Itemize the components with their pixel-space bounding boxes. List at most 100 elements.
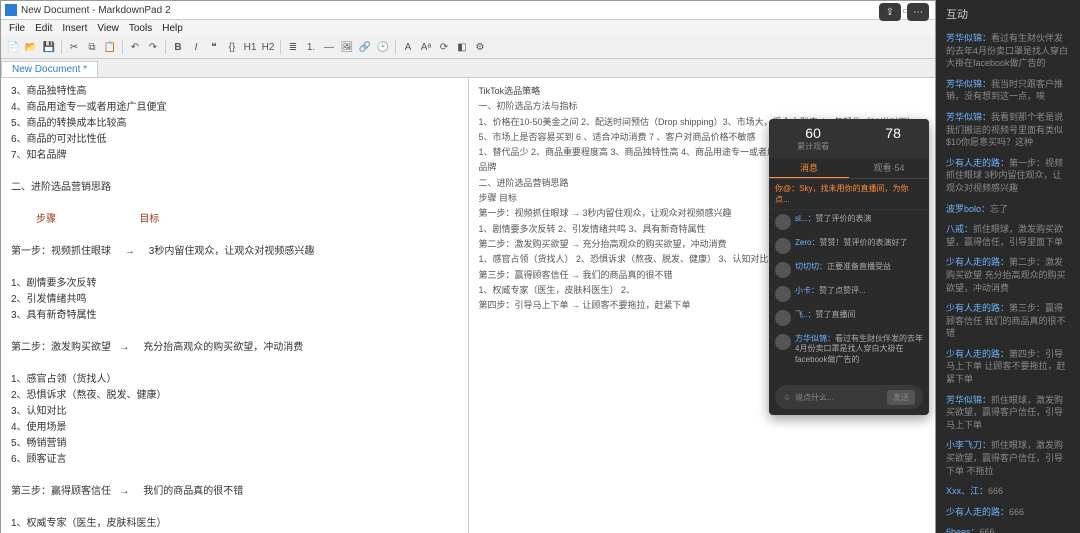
- editor-line[interactable]: 3、认知对比: [11, 404, 458, 420]
- overlay-tab-viewers[interactable]: 观看·54: [849, 158, 929, 178]
- bold-icon[interactable]: B: [170, 39, 186, 55]
- overlay-count-2: 78: [885, 125, 901, 141]
- refresh-icon[interactable]: ⟳: [436, 39, 452, 55]
- editor-line[interactable]: 1、剧情要多次反转: [11, 276, 458, 292]
- menu-edit[interactable]: Edit: [31, 22, 56, 35]
- side-chat-list: 芳华似锦：看过有生财伙伴发的去年4月份卖口罩是找人穿白大褂在facebook做广…: [936, 28, 1080, 533]
- menu-file[interactable]: File: [5, 22, 29, 35]
- preview-line: 一、初阶选品方法与指标: [479, 99, 926, 114]
- editor-line[interactable]: 1、感官占领（货找人）: [11, 372, 458, 388]
- menu-view[interactable]: View: [93, 22, 123, 35]
- settings-icon[interactable]: ⚙: [472, 39, 488, 55]
- editor-line[interactable]: 4、商品用途专一或者用途广且便宜: [11, 100, 458, 116]
- editor-line[interactable]: 第二步：激发购买欲望 → 充分抬高观众的购买欲望，冲动消费: [11, 340, 458, 356]
- side-chat-entry: 芳华似锦：我看到那个老是说我们搬运的视频号里面有类似$10你愿意买吗？这种: [936, 107, 1080, 153]
- save-icon[interactable]: 💾: [41, 39, 57, 55]
- overlay-input[interactable]: ☺ 说点什么... 发送: [775, 385, 923, 409]
- editor-line[interactable]: 2、恐惧诉求（熬夜、脱发、健康）: [11, 388, 458, 404]
- editor-line[interactable]: 5、畅销营销: [11, 436, 458, 452]
- editor-line[interactable]: 3、商品独特性高: [11, 84, 458, 100]
- font-a-icon[interactable]: A: [400, 39, 416, 55]
- copy-icon[interactable]: ⧉: [84, 39, 100, 55]
- app-logo-icon: [5, 4, 17, 16]
- document-tab[interactable]: New Document *: [1, 61, 98, 77]
- side-chat-entry: 芳华似锦：抓住眼球，激发购买欲望，赢得客户信任，引导马上下单: [936, 390, 1080, 436]
- editor-line[interactable]: 二、进阶选品营销思路: [11, 180, 458, 196]
- more-chip[interactable]: ⋯: [907, 3, 929, 21]
- code-icon[interactable]: {}: [224, 39, 240, 55]
- overlay-count-1: 60: [797, 125, 829, 141]
- h2-icon[interactable]: H2: [260, 39, 276, 55]
- link-icon[interactable]: 🔗: [357, 39, 373, 55]
- cut-icon[interactable]: ✂: [66, 39, 82, 55]
- side-chat-entry: 少有人走的路：666: [936, 502, 1080, 523]
- smile-icon[interactable]: ☺: [783, 393, 791, 402]
- side-chat-entry: 小李飞刀：抓住眼球，激发购买欲望，赢得客户信任，引导下单 不拖拉: [936, 435, 1080, 481]
- preview-title: TikTok选品策略: [479, 84, 926, 99]
- side-chat-entry: 芳华似锦：我当时只跟客户推销，没有想到这一点，唉: [936, 74, 1080, 107]
- img-icon[interactable]: 🖼: [339, 39, 355, 55]
- avatar: [775, 334, 791, 350]
- paste-icon[interactable]: 📋: [102, 39, 118, 55]
- editor-line[interactable]: 3、具有新奇特属性: [11, 308, 458, 324]
- side-chat-entry: 芳华似锦：看过有生财伙伴发的去年4月份卖口罩是找人穿白大褂在facebook做广…: [936, 28, 1080, 74]
- titlebar: New Document - MarkdownPad 2 — ▭ ✕: [1, 1, 935, 20]
- editor-line[interactable]: [11, 324, 458, 340]
- hr-icon[interactable]: —: [321, 39, 337, 55]
- avatar: [775, 262, 791, 278]
- stream-chat-overlay: 60累计观看 78 消息 观看·54 你@：Sky，找未用你的直播间，为你点..…: [769, 119, 929, 415]
- editor-line[interactable]: 2、引发情绪共鸣: [11, 292, 458, 308]
- editor-line[interactable]: [11, 196, 458, 212]
- menu-help[interactable]: Help: [158, 22, 187, 35]
- ul-icon[interactable]: ≣: [285, 39, 301, 55]
- editor-line[interactable]: 步骤 目标: [11, 212, 458, 228]
- open-icon[interactable]: 📂: [23, 39, 39, 55]
- overlay-message-list: sl...：赞了评价的表演Zero：赞赞！赞评价的表演好了切切切：正要准备直播受…: [769, 210, 929, 379]
- toolbar: 📄 📂 💾 ✂ ⧉ 📋 ↶ ↷ B I ❝ {} H1 H2 ≣ 1.: [1, 36, 935, 59]
- editor-line[interactable]: [11, 164, 458, 180]
- stream-top-chips: ⇪ ⋯: [879, 3, 929, 21]
- side-chat-entry: 少有人走的路：第二步：激发购买欲望 充分抬高观众的购买欲望，冲动消费: [936, 252, 1080, 298]
- side-chat-entry: Xxx、江：666: [936, 481, 1080, 502]
- editor-line[interactable]: [11, 260, 458, 276]
- italic-icon[interactable]: I: [188, 39, 204, 55]
- undo-icon[interactable]: ↶: [127, 39, 143, 55]
- side-chat-entry: 波罗bolo：忘了: [936, 199, 1080, 220]
- menu-tools[interactable]: Tools: [125, 22, 156, 35]
- editor-line[interactable]: [11, 356, 458, 372]
- overlay-message: 方华似锦：看过有生财伙伴发的去年4月份卖口罩是找人穿白大褂在facebook做广…: [769, 330, 929, 369]
- editor-line[interactable]: [11, 228, 458, 244]
- font-aa-icon[interactable]: Aᵃ: [418, 39, 434, 55]
- editor-line[interactable]: 4、使用场景: [11, 420, 458, 436]
- h1-icon[interactable]: H1: [242, 39, 258, 55]
- avatar: [775, 310, 791, 326]
- stream-side-panel: 互动 芳华似锦：看过有生财伙伴发的去年4月份卖口罩是找人穿白大褂在faceboo…: [936, 0, 1080, 533]
- side-chat-entry: 少有人走的路：第四步：引导马上下单 让顾客不要拖拉，赶紧下单: [936, 344, 1080, 390]
- editor-pane[interactable]: 3、商品独特性高4、商品用途专一或者用途广且便宜5、商品的转换成本比较高6、商品…: [1, 78, 469, 533]
- editor-line[interactable]: 第一步：视频抓住眼球 → 3秒内留住观众，让观众对视频感兴趣: [11, 244, 458, 260]
- new-icon[interactable]: 📄: [5, 39, 21, 55]
- editor-line[interactable]: 6、商品的可对比性低: [11, 132, 458, 148]
- overlay-message: 小卡：赞了点赞评...: [769, 282, 929, 306]
- side-chat-entry: 少有人走的路：第一步：视频抓住眼球 3秒内留住观众，让观众对视频感兴趣: [936, 153, 1080, 199]
- editor-line[interactable]: 1、权威专家（医生，皮肤科医生）: [11, 516, 458, 532]
- quote-icon[interactable]: ❝: [206, 39, 222, 55]
- menu-insert[interactable]: Insert: [58, 22, 91, 35]
- overlay-pinned: 你@：Sky，找未用你的直播间，为你点...: [769, 179, 929, 210]
- editor-line[interactable]: 7、知名品牌: [11, 148, 458, 164]
- avatar: [775, 238, 791, 254]
- share-chip[interactable]: ⇪: [879, 3, 901, 21]
- editor-line[interactable]: [11, 500, 458, 516]
- preview-icon[interactable]: ◧: [454, 39, 470, 55]
- editor-line[interactable]: [11, 468, 458, 484]
- redo-icon[interactable]: ↷: [145, 39, 161, 55]
- editor-line[interactable]: 第三步：赢得顾客信任 → 我们的商品真的很不错: [11, 484, 458, 500]
- editor-line[interactable]: 6、顾客证言: [11, 452, 458, 468]
- app-window: ⇪ ⋯ New Document - MarkdownPad 2 — ▭ ✕ F…: [0, 0, 936, 533]
- time-icon[interactable]: 🕑: [375, 39, 391, 55]
- editor-line[interactable]: 5、商品的转换成本比较高: [11, 116, 458, 132]
- overlay-message: Zero：赞赞！赞评价的表演好了: [769, 234, 929, 258]
- overlay-tab-messages[interactable]: 消息: [769, 158, 849, 178]
- ol-icon[interactable]: 1.: [303, 39, 319, 55]
- overlay-send-button[interactable]: 发送: [887, 390, 915, 405]
